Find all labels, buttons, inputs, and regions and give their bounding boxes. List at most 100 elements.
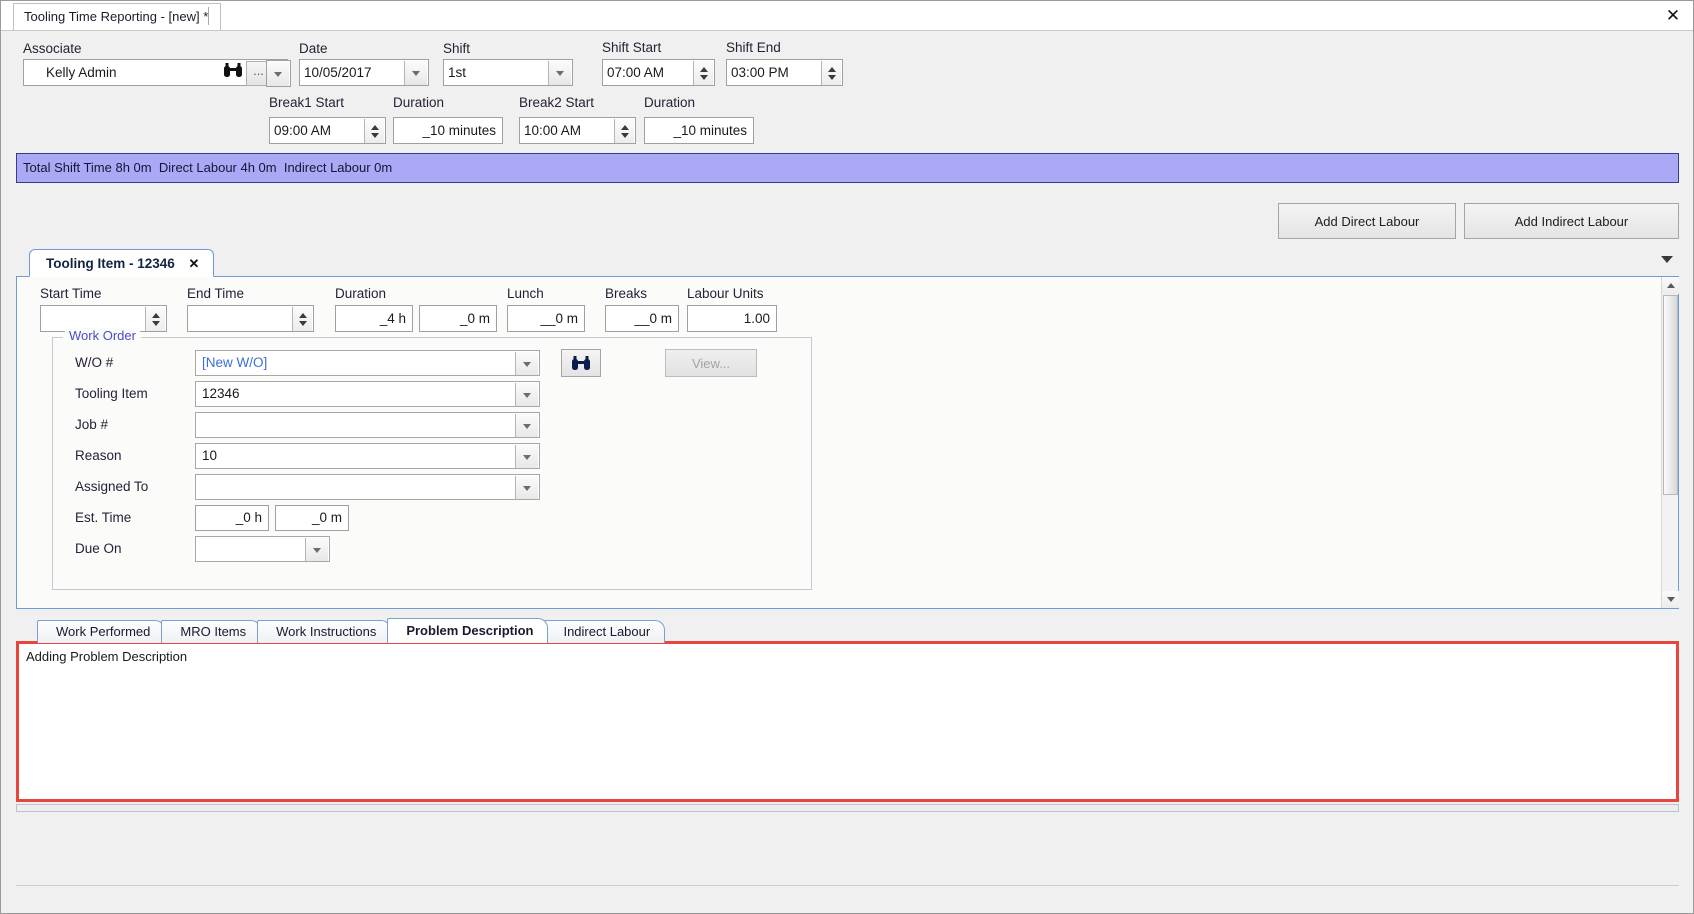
wo-number-select[interactable]: [New W/O]	[195, 350, 540, 376]
tooling-item-select[interactable]: 12346	[195, 381, 540, 407]
scrollbar-thumb[interactable]	[1663, 295, 1678, 495]
chevron-down-icon[interactable]	[515, 445, 538, 468]
lunch-input[interactable]: __0 m	[507, 305, 585, 332]
shift-summary-bar: Total Shift Time 8h 0m Direct Labour 4h …	[16, 153, 1679, 183]
date-label: Date	[299, 41, 328, 56]
document-tab-label: Tooling Time Reporting - [new] *	[24, 9, 209, 24]
break1-start-spinner[interactable]	[364, 119, 384, 143]
chevron-down-icon[interactable]	[1661, 256, 1673, 263]
tooling-item-panel: Start Time End Time Duration _4 h _0 m L…	[16, 277, 1679, 609]
shift-end-value: 03:00 PM	[731, 65, 789, 80]
reason-label: Reason	[75, 448, 122, 463]
chevron-down-icon[interactable]	[267, 62, 289, 86]
title-bar: Tooling Time Reporting - [new] * ✕	[1, 1, 1693, 31]
chevron-down-icon[interactable]	[515, 352, 538, 375]
break1-start-input[interactable]: 09:00 AM	[269, 117, 386, 144]
breaks-input[interactable]: __0 m	[605, 305, 679, 332]
shift-end-spinner[interactable]	[821, 61, 841, 85]
shift-select[interactable]: 1st	[443, 59, 573, 86]
tab-close-icon[interactable]: ✕	[189, 256, 200, 271]
close-icon[interactable]: ✕	[1662, 5, 1684, 27]
binoculars-icon[interactable]	[223, 63, 243, 82]
reason-select[interactable]: 10	[195, 443, 540, 469]
end-time-spinner[interactable]	[292, 307, 312, 331]
detail-tab-strip: Work Performed MRO Items Work Instructio…	[37, 618, 666, 643]
wo-search-button[interactable]	[561, 349, 601, 377]
scroll-down-icon[interactable]	[1662, 591, 1679, 608]
shift-start-value: 07:00 AM	[607, 65, 665, 80]
associate-label: Associate	[23, 41, 82, 56]
view-button[interactable]: View...	[665, 349, 757, 377]
break2-duration-input[interactable]: _10 minutes	[644, 117, 754, 144]
break2-start-input[interactable]: 10:00 AM	[519, 117, 636, 144]
add-indirect-labour-button[interactable]: Add Indirect Labour	[1464, 203, 1679, 239]
problem-description-textarea[interactable]: Adding Problem Description	[16, 641, 1679, 802]
break2-duration-label: Duration	[644, 95, 696, 110]
document-tab[interactable]: Tooling Time Reporting - [new] *	[13, 3, 222, 30]
binoculars-icon	[572, 355, 590, 370]
tab-indirect-labour[interactable]: Indirect Labour	[544, 620, 666, 643]
end-time-label: End Time	[187, 286, 245, 301]
start-time-label: Start Time	[40, 286, 102, 301]
tab-tooling-item-label: Tooling Item - 12346	[46, 256, 175, 271]
chevron-down-icon[interactable]	[515, 414, 538, 437]
end-time-input[interactable]	[187, 305, 314, 332]
break1-start-value: 09:00 AM	[274, 123, 332, 138]
est-time-minutes-input[interactable]: _0 m	[275, 505, 349, 531]
labour-units-label: Labour Units	[687, 286, 764, 301]
tab-mro-items[interactable]: MRO Items	[161, 620, 262, 643]
shift-start-label: Shift Start	[602, 40, 662, 55]
tab-label: Problem Description	[406, 623, 534, 638]
chevron-down-icon[interactable]	[404, 61, 427, 85]
tab-work-instructions[interactable]: Work Instructions	[257, 620, 392, 643]
labour-units-input[interactable]: 1.00	[687, 305, 777, 332]
chevron-down-icon[interactable]	[515, 383, 538, 406]
wo-number-label: W/O #	[75, 355, 114, 370]
break2-duration-value: _10 minutes	[673, 123, 747, 138]
est-time-hours-input[interactable]: _0 h	[195, 505, 269, 531]
duration-hours-input[interactable]: _4 h	[335, 305, 413, 332]
problem-description-text: Adding Problem Description	[26, 649, 188, 664]
due-on-label: Due On	[75, 541, 122, 556]
chevron-down-icon[interactable]	[305, 538, 328, 561]
add-direct-labour-button[interactable]: Add Direct Labour	[1278, 203, 1456, 239]
shift-start-input[interactable]: 07:00 AM	[602, 59, 715, 86]
break2-start-spinner[interactable]	[614, 119, 634, 143]
shift-value: 1st	[448, 65, 467, 80]
due-on-select[interactable]	[195, 536, 330, 562]
job-number-select[interactable]	[195, 412, 540, 438]
assigned-to-select[interactable]	[195, 474, 540, 500]
work-order-legend: Work Order	[65, 328, 140, 343]
scroll-up-icon[interactable]	[1662, 277, 1679, 294]
tab-problem-description[interactable]: Problem Description	[387, 618, 549, 643]
panel-scrollbar[interactable]	[1661, 277, 1679, 608]
shift-start-spinner[interactable]	[693, 61, 713, 85]
break1-duration-value: _10 minutes	[422, 123, 496, 138]
break1-duration-input[interactable]: _10 minutes	[393, 117, 503, 144]
chevron-down-icon[interactable]	[515, 476, 538, 499]
tab-tooling-item[interactable]: Tooling Item - 12346 ✕	[29, 249, 215, 277]
wo-number-value: [New W/O]	[202, 355, 268, 370]
application-window: Tooling Time Reporting - [new] * ✕ Assoc…	[0, 0, 1694, 914]
tab-work-performed[interactable]: Work Performed	[37, 620, 166, 643]
tab-label: Work Instructions	[276, 624, 377, 639]
work-order-group: Work Order W/O # [New W/O] View... Tooli…	[52, 328, 812, 590]
break1-duration-label: Duration	[393, 95, 445, 110]
breaks-label: Breaks	[605, 286, 648, 301]
chevron-down-icon[interactable]	[548, 61, 571, 85]
shift-end-label: Shift End	[726, 40, 781, 55]
tab-label: Work Performed	[56, 624, 151, 639]
shift-label: Shift	[443, 41, 471, 56]
status-bar	[16, 885, 1679, 907]
date-input[interactable]: 10/05/2017	[299, 59, 429, 86]
shift-end-input[interactable]: 03:00 PM	[726, 59, 843, 86]
lunch-label: Lunch	[507, 286, 544, 301]
est-time-label: Est. Time	[75, 510, 132, 525]
group-border-left	[53, 337, 63, 338]
break2-start-label: Break2 Start	[519, 95, 595, 110]
date-value: 10/05/2017	[304, 65, 372, 80]
associate-dropdown-button[interactable]	[266, 60, 291, 87]
duration-minutes-input[interactable]: _0 m	[419, 305, 497, 332]
document-tab-separator	[208, 7, 209, 25]
start-time-spinner[interactable]	[145, 307, 165, 331]
